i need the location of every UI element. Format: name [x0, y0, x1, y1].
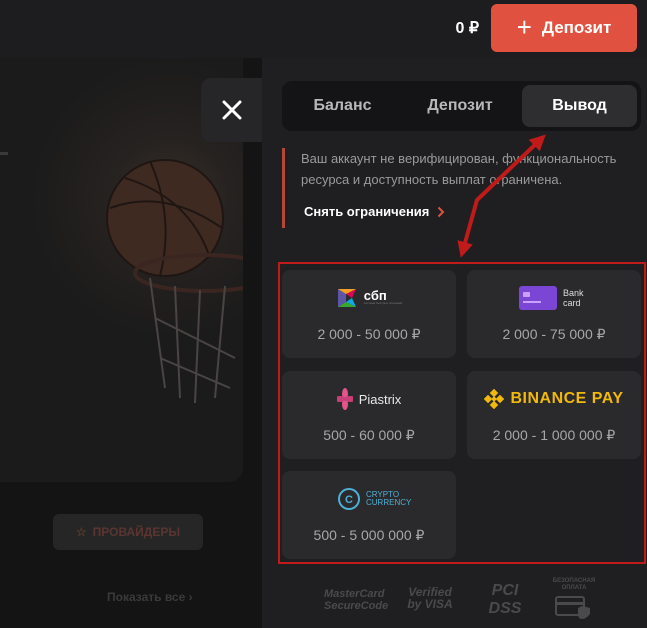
notice-text: Ваш аккаунт не верифицирован, функционал…: [301, 151, 617, 187]
secure-payment-logo: БЕЗОПАСНАЯ ОПЛАТА: [552, 578, 596, 620]
wallet-panel: Баланс Депозит Вывод Ваш аккаунт не вери…: [262, 58, 647, 628]
tab-deposit[interactable]: Депозит: [403, 85, 517, 127]
piastrix-icon: [336, 388, 353, 410]
security-logos: MasterCard SecureCode Verified by VISA P…: [262, 576, 647, 624]
chevron-right-icon: ›: [188, 590, 193, 604]
close-button[interactable]: [201, 78, 263, 142]
tab-withdraw[interactable]: Вывод: [522, 85, 637, 127]
remove-restrictions-label: Снять ограничения: [304, 204, 430, 219]
show-all-link[interactable]: Показать все ›: [107, 590, 193, 604]
binance-pay-logo: BINANCE PAY: [467, 385, 641, 413]
piastrix-logo: Piastrix: [282, 385, 456, 413]
verified-by-visa-logo: Verified by VISA: [407, 585, 453, 611]
crypto-coin-icon: C: [338, 488, 360, 510]
method-piastrix[interactable]: Piastrix 500 - 60 000 ₽: [282, 371, 456, 459]
method-range: 2 000 - 50 000 ₽: [317, 326, 421, 342]
balance-amount[interactable]: 0 ₽: [455, 18, 479, 38]
sbp-logo: сбп система быстрых платежей: [282, 284, 456, 312]
remove-restrictions-link[interactable]: Снять ограничения: [304, 204, 445, 219]
show-all-label: Показать все: [107, 590, 186, 604]
bank-card-logo: Bank card: [467, 284, 641, 312]
verification-notice: Ваш аккаунт не верифицирован, функционал…: [282, 148, 642, 228]
piastrix-name: Piastrix: [358, 391, 402, 407]
method-bank-card[interactable]: Bank card 2 000 - 75 000 ₽: [467, 270, 641, 358]
bank-card-name: Bank card: [563, 288, 584, 308]
wallet-tabs: Баланс Депозит Вывод: [282, 81, 641, 131]
secure-payment-label: БЕЗОПАСНАЯ ОПЛАТА: [552, 578, 596, 591]
star-icon: ☆: [75, 525, 87, 539]
providers-button-label: ПРОВАЙДЕРЫ: [92, 525, 181, 539]
binance-pay-name: BINANCE PAY: [510, 390, 624, 407]
crypto-name: CRYPTO CURRENCY: [366, 490, 412, 507]
sbp-icon: [337, 289, 356, 307]
sbp-caption: система быстрых платежей: [363, 301, 403, 305]
svg-text:C: C: [345, 494, 353, 506]
background-site: ☆ ПРОВАЙДЕРЫ Показать все ›: [0, 58, 262, 628]
binance-icon: [484, 389, 505, 409]
plus-icon: +: [516, 11, 532, 42]
method-range: 2 000 - 75 000 ₽: [502, 326, 606, 342]
method-range: 2 000 - 1 000 000 ₽: [492, 427, 616, 443]
sbp-name: сбп: [363, 288, 387, 303]
page: 0 ₽ + Депозит ☆ ПРОВАЙДЕРЫ Показать все: [0, 0, 647, 628]
mastercard-securecode-logo: MasterCard SecureCode: [324, 588, 389, 612]
pci-dss-logo: PCI DSS: [488, 582, 522, 617]
providers-button[interactable]: ☆ ПРОВАЙДЕРЫ: [53, 514, 203, 550]
deposit-button-label: Депозит: [541, 18, 612, 37]
method-crypto[interactable]: C CRYPTO CURRENCY 500 - 5 000 000 ₽: [282, 471, 456, 559]
method-range: 500 - 5 000 000 ₽: [313, 527, 425, 543]
crypto-logo: C CRYPTO CURRENCY: [282, 485, 456, 513]
chevron-right-icon: [438, 206, 445, 217]
tab-balance[interactable]: Баланс: [286, 85, 399, 127]
method-sbp[interactable]: сбп система быстрых платежей 2 000 - 50 …: [282, 270, 456, 358]
secure-card-icon: [555, 596, 590, 619]
credit-card-icon: [519, 286, 557, 310]
close-icon: [222, 100, 242, 120]
method-range: 500 - 60 000 ₽: [323, 427, 415, 443]
top-bar: 0 ₽ + Депозит: [0, 0, 647, 58]
deposit-button[interactable]: + Депозит: [491, 4, 637, 52]
method-binance-pay[interactable]: BINANCE PAY 2 000 - 1 000 000 ₽: [467, 371, 641, 459]
